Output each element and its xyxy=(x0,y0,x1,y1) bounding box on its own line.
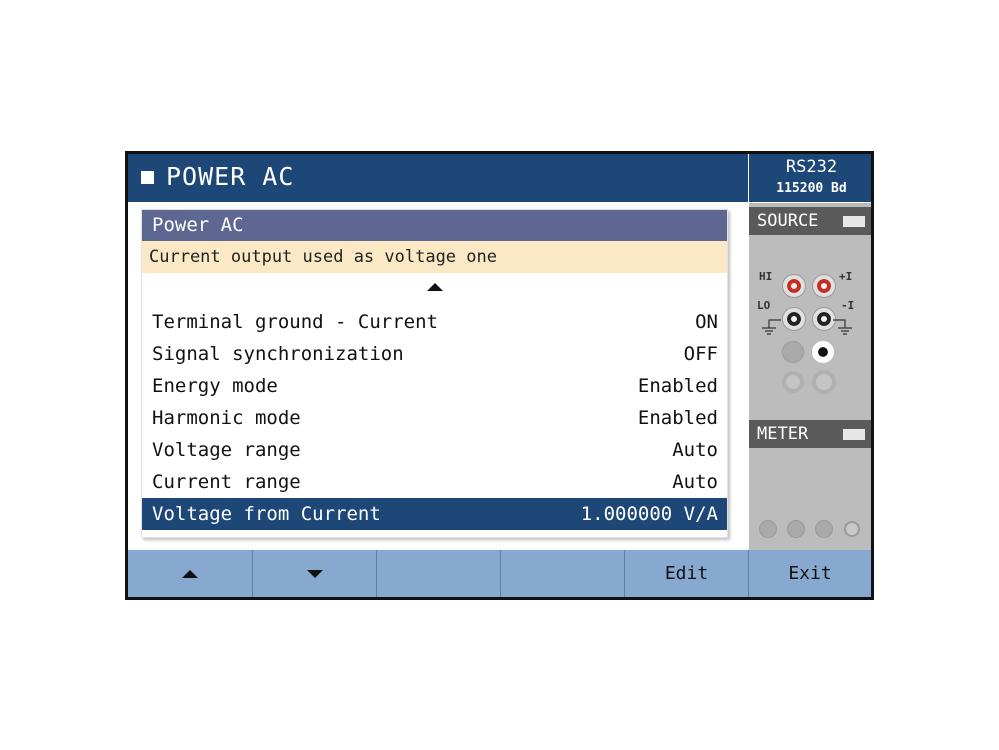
lo-terminal xyxy=(783,308,805,330)
hi-terminal xyxy=(783,275,805,297)
setting-row-signal-sync[interactable]: Signal synchronization OFF xyxy=(142,338,727,370)
meter-terminal xyxy=(787,520,805,538)
setting-row-energy-mode[interactable]: Energy mode Enabled xyxy=(142,370,727,402)
setting-value: Enabled xyxy=(637,407,718,429)
ground-left-icon xyxy=(762,319,781,335)
setting-row-current-range[interactable]: Current range Auto xyxy=(142,466,727,498)
softkey-scroll-up[interactable] xyxy=(128,550,252,597)
title-bar: POWER AC xyxy=(128,154,748,202)
info-message: Current output used as voltage one xyxy=(142,241,727,273)
meter-header: METER xyxy=(749,420,871,448)
meter-terminal xyxy=(759,520,777,538)
setting-label: Harmonic mode xyxy=(152,407,301,429)
plus-i-terminal xyxy=(813,275,835,297)
setting-label: Energy mode xyxy=(152,375,278,397)
setting-value: OFF xyxy=(683,343,718,365)
arrow-down-icon xyxy=(307,570,323,578)
setting-label: Signal synchronization xyxy=(152,343,404,365)
interface-name: RS232 xyxy=(785,157,838,177)
square-icon xyxy=(141,171,154,184)
meter-label: METER xyxy=(757,424,809,444)
softkey-bar: Edit Exit xyxy=(128,550,871,597)
setting-row-voltage-from-current[interactable]: Voltage from Current 1.000000 V/A xyxy=(142,498,727,530)
exit-button[interactable]: Exit xyxy=(748,550,871,597)
active-terminal xyxy=(812,341,834,363)
ground-right-icon xyxy=(833,319,852,335)
settings-list: Terminal ground - Current ON Signal sync… xyxy=(142,306,727,530)
meter-terminal xyxy=(815,520,833,538)
setting-label: Voltage from Current xyxy=(152,503,381,525)
inactive-terminal xyxy=(782,371,804,393)
meter-indicator xyxy=(843,429,865,440)
setting-label: Voltage range xyxy=(152,439,301,461)
instrument-screen: POWER AC RS232 115200 Bd Power AC Curren… xyxy=(125,151,874,600)
settings-panel: Power AC Current output used as voltage … xyxy=(141,209,728,538)
inactive-terminal xyxy=(782,341,804,363)
setting-row-terminal-ground[interactable]: Terminal ground - Current ON xyxy=(142,306,727,338)
setting-row-voltage-range[interactable]: Voltage range Auto xyxy=(142,434,727,466)
panel-title: Power AC xyxy=(142,210,727,241)
softkey-scroll-down[interactable] xyxy=(252,550,376,597)
screen-title: POWER AC xyxy=(166,162,295,191)
setting-value: 1.000000 V/A xyxy=(580,503,718,525)
setting-value: Auto xyxy=(672,471,718,493)
meter-terminal xyxy=(844,521,860,537)
plus-i-terminal-label: +I xyxy=(839,270,853,283)
arrow-up-icon xyxy=(182,570,198,578)
interface-status: RS232 115200 Bd xyxy=(749,154,871,202)
source-indicator xyxy=(843,216,865,227)
minus-i-terminal-label: -I xyxy=(841,299,855,312)
edit-button[interactable]: Edit xyxy=(624,550,748,597)
terminal-side-panel: SOURCE HI +I LO -I METER xyxy=(749,203,871,550)
setting-value: Auto xyxy=(672,439,718,461)
setting-row-harmonic-mode[interactable]: Harmonic mode Enabled xyxy=(142,402,727,434)
setting-label: Current range xyxy=(152,471,301,493)
inactive-terminal xyxy=(812,370,836,394)
scroll-up-arrow-icon[interactable] xyxy=(427,283,443,291)
setting-label: Terminal ground - Current xyxy=(152,311,438,333)
setting-value: ON xyxy=(695,311,718,333)
minus-i-terminal xyxy=(813,308,835,330)
softkey-3[interactable] xyxy=(376,550,500,597)
lo-terminal-label: LO xyxy=(757,299,771,312)
softkey-4[interactable] xyxy=(500,550,624,597)
source-label: SOURCE xyxy=(757,211,819,231)
setting-value: Enabled xyxy=(637,375,718,397)
interface-baud: 115200 Bd xyxy=(776,181,847,196)
hi-terminal-label: HI xyxy=(759,270,773,283)
source-header: SOURCE xyxy=(749,207,871,235)
